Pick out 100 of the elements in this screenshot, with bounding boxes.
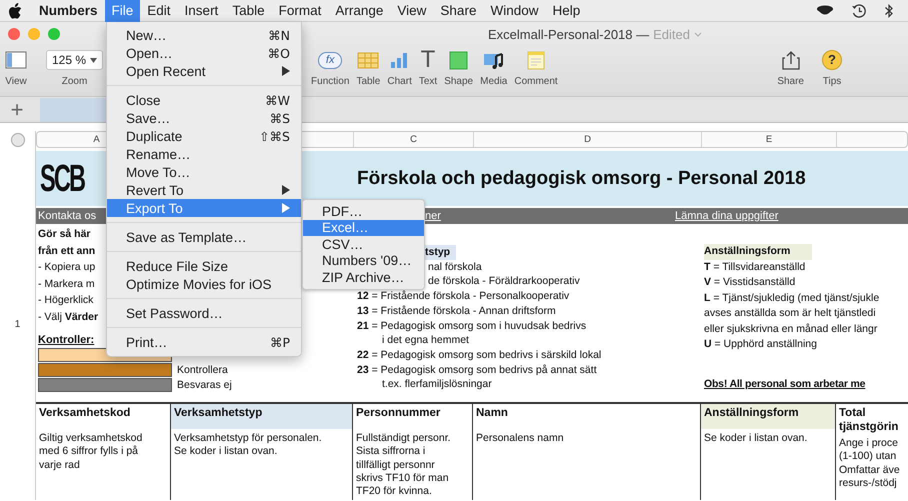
code-description: V = Visstidsanställd	[704, 275, 796, 290]
table-cell-text: Ange i proce (1-100) utan Omfattar äve resurs-/stödj	[838, 436, 901, 490]
apple-icon[interactable]	[8, 2, 22, 18]
table-cell-text: Se koder i listan ovan.	[703, 431, 808, 446]
column-header[interactable]: C	[353, 132, 473, 147]
menu-item[interactable]: Open Recent	[107, 62, 301, 80]
toolbar-label[interactable]: Table	[356, 76, 380, 87]
menu-bar-item[interactable]: Numbers	[32, 0, 105, 22]
media-icon	[482, 50, 506, 70]
controls-label: Kontroller:	[38, 333, 94, 347]
menu-item[interactable]: Open… ⌘O	[107, 44, 301, 62]
menu-item[interactable]: Move To…	[107, 163, 301, 181]
toolbar-label[interactable]: Tips	[822, 76, 842, 87]
instruction-text: Gör så här	[38, 227, 91, 242]
menu-item[interactable]: Rename…	[107, 145, 301, 163]
menu-item[interactable]: Set Password…	[107, 304, 301, 322]
menu-bar-item[interactable]: Table	[225, 0, 272, 22]
menu-item[interactable]: Reduce File Size	[107, 257, 301, 275]
table-cell-text: Personalens namn	[475, 431, 565, 446]
submenu-item[interactable]: CSV…	[303, 236, 424, 252]
submenu-item[interactable]: Numbers '09…	[303, 252, 424, 269]
cup-icon[interactable]	[816, 4, 834, 16]
toolbar-label[interactable]: View	[5, 76, 27, 87]
code-description: de förskola - Föräldrarkooperativ	[428, 274, 581, 290]
menu-bar-item[interactable]: View	[390, 0, 434, 22]
add-sheet-button[interactable]: +	[0, 98, 34, 120]
instruction-text: från ett ann	[38, 244, 96, 258]
submenu-item[interactable]: Excel…	[303, 220, 424, 236]
instruction-text: - Markera m	[38, 276, 95, 292]
menu-bar-item[interactable]: File	[104, 0, 140, 22]
section-heading: Anställningsform	[704, 244, 812, 260]
menu-item[interactable]: Optimize Movies for iOS	[107, 275, 301, 293]
menu-bar-item[interactable]: Edit	[140, 0, 178, 22]
instruction-text: - Välj Värder	[38, 310, 98, 324]
toolbar-label[interactable]: Chart	[387, 76, 412, 87]
zoom-button[interactable]	[48, 28, 60, 40]
menu-item[interactable]: Export To	[107, 199, 301, 217]
menu-item[interactable]: New… ⌘N	[107, 26, 301, 44]
menu-bar-item[interactable]: Format	[272, 0, 328, 22]
menu-bar-item[interactable]: Insert	[178, 0, 226, 22]
toolbar-label[interactable]: Text	[418, 76, 438, 87]
submenu-item[interactable]: PDF…	[303, 203, 424, 220]
table-cell-text: Fullständigt personr. Sista siffrorna i tillfälligt personnr skrivs TF10 för man TF20 för kvinna.	[355, 431, 452, 498]
table-cell-text: Verksamhetstyp för personalen. Se koder i listan ovan.	[173, 431, 323, 459]
code-description: eller sjukskrivna en månad eller längr	[704, 322, 878, 336]
submenu-item[interactable]: ZIP Archive…	[303, 269, 424, 286]
close-button[interactable]	[8, 28, 20, 40]
code-description: nal förskola	[428, 260, 483, 274]
code-description: U = Upphörd anställning	[704, 337, 818, 352]
chevron-icon[interactable]	[694, 32, 702, 36]
column-heading: Verksamhetstyp	[171, 404, 352, 429]
code-description: 23 = Pedagogisk omsorg som bedrivs på annat sätt	[357, 362, 598, 378]
sheet-title: Förskola och pedagogisk omsorg - Personal 2018	[356, 168, 807, 190]
table-grid-icon	[356, 50, 380, 70]
swatch-label: Besvaras ej	[176, 378, 233, 393]
link[interactable]: Lämna dina uppgifter	[675, 210, 778, 222]
toolbar-label[interactable]: Share	[777, 76, 804, 87]
link[interactable]: ner	[425, 210, 441, 222]
window-title: Excelmall-Personal-2018 —	[488, 26, 650, 42]
column-header[interactable]: E	[701, 132, 836, 147]
help-icon[interactable]: ?	[822, 50, 842, 70]
code-description: 13 = Fristående förskola - Annan driftsform	[357, 304, 557, 319]
function-icon: fx	[318, 52, 342, 68]
toolbar-label[interactable]: Zoom	[62, 76, 88, 87]
toolbar-label[interactable]: Shape	[444, 76, 474, 87]
section-heading: tstyp	[425, 245, 456, 260]
minimize-button[interactable]	[28, 28, 40, 40]
code-description: avses anställda som är helt tjänstledi	[704, 306, 877, 321]
code-description: t.ex. flerfamiljslösningar	[382, 377, 493, 392]
code-description: 21 = Pedagogisk omsorg som i huvudsak bedrivs	[357, 318, 588, 334]
code-description: L = Tjänst/sjukledig (med tjänst/sjukle	[704, 290, 880, 306]
column-heading: Anställningsform	[701, 404, 835, 429]
swatch-label: Kontrollera	[176, 363, 229, 378]
scb-logo: SCB	[40, 158, 86, 198]
instruction-text: - Högerklick	[38, 293, 94, 308]
instruction-text: - Kopiera up	[38, 260, 96, 275]
time-machine-icon[interactable]	[851, 2, 867, 18]
toolbar-label[interactable]: Comment	[514, 76, 558, 87]
note-text: Obs! All personal som arbetar me	[704, 376, 866, 392]
menu-bar-item[interactable]: Share	[433, 0, 484, 22]
menu-bar-item[interactable]: Help	[545, 0, 588, 22]
code-description: T = Tillsvidareanställd	[704, 260, 806, 274]
column-header[interactable]: D	[473, 132, 701, 147]
bluetooth-icon[interactable]	[884, 2, 894, 18]
row-number[interactable]: 1	[14, 318, 20, 330]
menu-item[interactable]: Close ⌘W	[107, 91, 301, 109]
menu-item[interactable]: Print… ⌘P	[107, 333, 301, 351]
zoom-dropdown[interactable]: 125 %	[46, 50, 104, 70]
code-description: 22 = Pedagogisk omsorg som bedrivs i särskild lokal	[357, 348, 602, 363]
text-icon: T	[420, 48, 436, 72]
select-all-button[interactable]	[10, 132, 24, 146]
sidebar-icon	[4, 50, 28, 70]
toolbar-label[interactable]: Media	[480, 76, 508, 87]
toolbar-label[interactable]: Function	[311, 76, 350, 87]
caret-icon	[90, 58, 98, 62]
info-text: Kontakta os	[38, 210, 96, 222]
menu-item[interactable]: Save… ⌘S	[107, 109, 301, 127]
menu-item[interactable]: Save as Template…	[107, 228, 301, 246]
menu-bar-item[interactable]: Window	[483, 0, 546, 22]
menu-bar-item[interactable]: Arrange	[328, 0, 390, 22]
